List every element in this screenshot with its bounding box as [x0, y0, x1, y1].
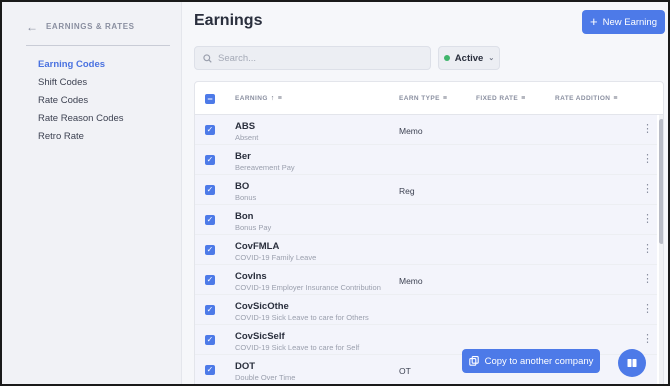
table-row[interactable]: ✓ Bon Bonus Pay ⋮	[195, 205, 657, 235]
column-header-earn-type[interactable]: EARN TYPE ≡	[399, 95, 447, 102]
search-icon	[203, 53, 212, 63]
column-header-rate-addition[interactable]: RATE ADDITION ≡	[555, 95, 618, 102]
copy-to-company-label: Copy to another company	[484, 355, 594, 367]
table-scrollbar[interactable]	[659, 115, 663, 384]
sidebar-back-link[interactable]: ← EARNINGS & RATES	[26, 20, 170, 46]
filter-icon[interactable]: ≡	[443, 95, 448, 102]
earning-code: CovSicSelf	[235, 331, 285, 342]
new-earning-label: New Earning	[602, 16, 657, 28]
column-header-earning[interactable]: EARNING ↑ ≡	[235, 95, 282, 102]
earning-code: CovFMLA	[235, 241, 280, 252]
earning-code: BO	[235, 181, 250, 192]
app-window: ← EARNINGS & RATES Earning Codes Shift C…	[0, 0, 670, 386]
row-checkbox[interactable]: ✓	[205, 155, 215, 165]
table-row[interactable]: ✓ Ber Bereavement Pay ⋮	[195, 145, 657, 175]
filter-icon[interactable]: ≡	[521, 95, 526, 102]
row-checkbox[interactable]: ✓	[205, 275, 215, 285]
earn-type: Memo	[399, 126, 423, 136]
sidebar-item-rate-reason-codes[interactable]: Rate Reason Codes	[38, 112, 124, 130]
earning-description: COVID-19 Sick Leave to care for Self	[235, 343, 360, 352]
earning-code: ABS	[235, 121, 256, 132]
earning-description: Bonus Pay	[235, 223, 272, 232]
copy-icon	[468, 356, 479, 366]
kebab-menu-icon[interactable]: ⋮	[642, 214, 653, 225]
row-checkbox[interactable]: ✓	[205, 185, 215, 195]
earn-type: OT	[399, 366, 411, 376]
select-all-checkbox[interactable]: −	[205, 94, 215, 104]
page-title: Earnings	[194, 12, 263, 29]
earnings-table: − EARNING ↑ ≡ EARN TYPE ≡ FIXED RATE ≡ R…	[194, 81, 664, 384]
main-content: Earnings + New Earning Active ⌄ − EARNIN…	[182, 2, 668, 384]
kebab-menu-icon[interactable]: ⋮	[642, 124, 653, 135]
kebab-menu-icon[interactable]: ⋮	[642, 274, 653, 285]
earn-type: Memo	[399, 276, 423, 286]
sidebar-item-shift-codes[interactable]: Shift Codes	[38, 76, 124, 94]
earning-description: Absent	[235, 133, 259, 142]
filter-icon[interactable]: ≡	[278, 95, 283, 102]
sidebar-item-retro-rate[interactable]: Retro Rate	[38, 130, 124, 148]
kebab-menu-icon[interactable]: ⋮	[642, 304, 653, 315]
search-box	[194, 46, 431, 70]
filter-icon[interactable]: ≡	[613, 95, 618, 102]
table-row[interactable]: ✓ ABS Absent Memo ⋮	[195, 115, 657, 145]
earning-code: CovIns	[235, 271, 267, 282]
row-checkbox[interactable]: ✓	[205, 335, 215, 345]
earn-type: Reg	[399, 186, 415, 196]
chevron-down-icon: ⌄	[488, 55, 495, 62]
back-arrow-icon: ←	[26, 20, 38, 34]
sidebar-nav: Earning Codes Shift Codes Rate Codes Rat…	[38, 58, 124, 148]
kebab-menu-icon[interactable]: ⋮	[642, 244, 653, 255]
row-checkbox[interactable]: ✓	[205, 245, 215, 255]
sidebar: ← EARNINGS & RATES Earning Codes Shift C…	[2, 2, 182, 384]
sidebar-item-earning-codes[interactable]: Earning Codes	[38, 58, 124, 76]
sidebar-section-title: EARNINGS & RATES	[46, 22, 135, 31]
earning-code: Ber	[235, 151, 251, 162]
earning-description: Bonus	[235, 193, 257, 202]
kebab-menu-icon[interactable]: ⋮	[642, 154, 653, 165]
earning-description: Double Over Time	[235, 373, 296, 382]
earning-code: Bon	[235, 211, 254, 222]
row-checkbox[interactable]: ✓	[205, 365, 215, 375]
status-filter-dropdown[interactable]: Active ⌄	[438, 46, 500, 70]
earning-description: Bereavement Pay	[235, 163, 295, 172]
plus-icon: +	[590, 14, 598, 29]
table-row[interactable]: ✓ CovFMLA COVID-19 Family Leave ⋮	[195, 235, 657, 265]
new-earning-button[interactable]: + New Earning	[582, 10, 665, 34]
help-button[interactable]	[618, 349, 646, 377]
sort-up-icon[interactable]: ↑	[271, 95, 275, 102]
table-row[interactable]: ✓ CovIns COVID-19 Employer Insurance Con…	[195, 265, 657, 295]
book-icon	[627, 359, 637, 367]
row-checkbox[interactable]: ✓	[205, 305, 215, 315]
kebab-menu-icon[interactable]: ⋮	[642, 334, 653, 345]
copy-to-company-button[interactable]: Copy to another company	[462, 349, 600, 373]
table-header: − EARNING ↑ ≡ EARN TYPE ≡ FIXED RATE ≡ R…	[195, 82, 663, 115]
status-filter-label: Active	[454, 52, 484, 64]
row-checkbox[interactable]: ✓	[205, 215, 215, 225]
earning-code: CovSicOthe	[235, 301, 289, 312]
search-input[interactable]	[218, 52, 418, 64]
earning-description: COVID-19 Employer Insurance Contribution	[235, 283, 381, 292]
kebab-menu-icon[interactable]: ⋮	[642, 184, 653, 195]
scrollbar-thumb[interactable]	[659, 119, 663, 244]
sidebar-item-rate-codes[interactable]: Rate Codes	[38, 94, 124, 112]
table-row[interactable]: ✓ BO Bonus Reg ⋮	[195, 175, 657, 205]
table-row[interactable]: ✓ CovSicOthe COVID-19 Sick Leave to care…	[195, 295, 657, 325]
status-active-dot	[443, 55, 450, 61]
earning-description: COVID-19 Sick Leave to care for Others	[235, 313, 369, 322]
earning-code: DOT	[235, 361, 256, 372]
column-header-fixed-rate[interactable]: FIXED RATE ≡	[476, 95, 526, 102]
row-checkbox[interactable]: ✓	[205, 125, 215, 135]
earning-description: COVID-19 Family Leave	[235, 253, 317, 262]
